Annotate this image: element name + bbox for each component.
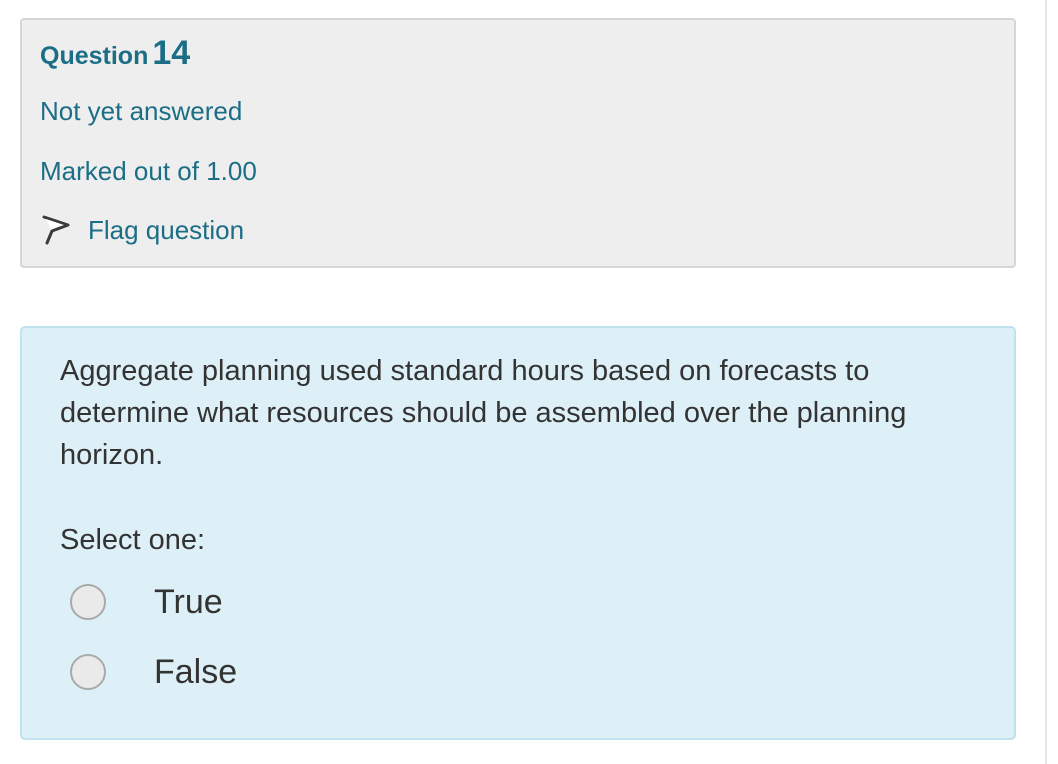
- answer-prompt: Select one:: [60, 524, 206, 556]
- page-divider: [1045, 0, 1047, 764]
- flag-question-label[interactable]: Flag question: [88, 215, 244, 246]
- question-number-value: 14: [152, 34, 191, 72]
- question-info-panel: Question 14 Not yet answered Marked out o…: [20, 18, 1016, 268]
- question-grade: Marked out of 1.00: [40, 156, 257, 186]
- answer-option-true[interactable]: True: [70, 580, 223, 624]
- flag-icon: [40, 213, 72, 247]
- question-text: Aggregate planning used standard hours b…: [60, 355, 907, 471]
- question-content-panel: Aggregate planning used standard hours b…: [20, 326, 1016, 740]
- question-number: Question 14: [40, 34, 190, 73]
- radio-false[interactable]: [70, 654, 106, 690]
- answer-option-label[interactable]: False: [154, 653, 237, 692]
- question-state: Not yet answered: [40, 96, 243, 126]
- question-label: Question: [40, 42, 149, 70]
- answer-option-label[interactable]: True: [154, 583, 223, 622]
- flag-question-button[interactable]: Flag question: [40, 210, 244, 250]
- answer-option-false[interactable]: False: [70, 650, 237, 694]
- radio-true[interactable]: [70, 584, 106, 620]
